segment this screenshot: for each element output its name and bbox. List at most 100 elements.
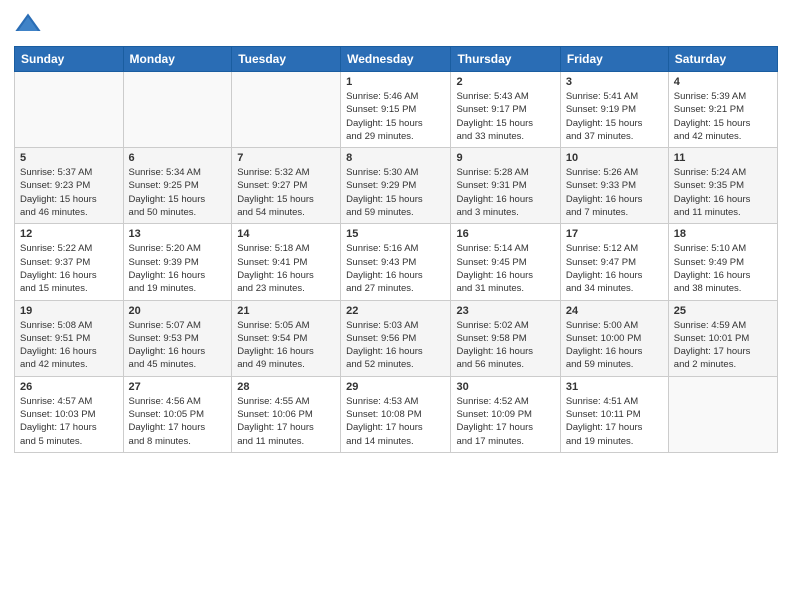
week-row: 12 Sunrise: 5:22 AM Sunset: 9:37 PM Dayli… xyxy=(15,224,778,300)
day-info: Sunrise: 4:51 AM Sunset: 10:11 PM Daylig… xyxy=(566,395,663,448)
day-cell: 17 Sunrise: 5:12 AM Sunset: 9:47 PM Dayli… xyxy=(560,224,668,300)
day-cell: 15Sunrise: 5:16 AM Sunset: 9:43 PM Dayli… xyxy=(341,224,451,300)
day-number: 8 xyxy=(346,152,445,164)
day-info: Sunrise: 5:26 AM Sunset: 9:33 PM Dayligh… xyxy=(566,166,663,219)
day-cell xyxy=(123,72,232,148)
calendar: SundayMondayTuesdayWednesdayThursdayFrid… xyxy=(14,46,778,453)
logo-icon xyxy=(14,10,42,38)
day-number: 9 xyxy=(456,152,554,164)
day-info: Sunrise: 5:32 AM Sunset: 9:27 PM Dayligh… xyxy=(237,166,335,219)
day-cell: 5 Sunrise: 5:37 AM Sunset: 9:23 PM Daylig… xyxy=(15,148,124,224)
day-number: 2 xyxy=(456,76,554,88)
day-info: Sunrise: 5:03 AM Sunset: 9:56 PM Dayligh… xyxy=(346,319,445,372)
day-number: 6 xyxy=(129,152,227,164)
day-number: 25 xyxy=(674,305,772,317)
day-info: Sunrise: 5:16 AM Sunset: 9:43 PM Dayligh… xyxy=(346,242,445,295)
col-header-monday: Monday xyxy=(123,47,232,72)
day-number: 20 xyxy=(129,305,227,317)
week-row: 26 Sunrise: 4:57 AM Sunset: 10:03 PM Dayl… xyxy=(15,376,778,452)
day-number: 14 xyxy=(237,228,335,240)
day-cell: 7 Sunrise: 5:32 AM Sunset: 9:27 PM Daylig… xyxy=(232,148,341,224)
col-header-friday: Friday xyxy=(560,47,668,72)
day-info: Sunrise: 5:34 AM Sunset: 9:25 PM Dayligh… xyxy=(129,166,227,219)
day-cell: 6 Sunrise: 5:34 AM Sunset: 9:25 PM Daylig… xyxy=(123,148,232,224)
day-number: 31 xyxy=(566,381,663,393)
day-number: 30 xyxy=(456,381,554,393)
day-info: Sunrise: 5:02 AM Sunset: 9:58 PM Dayligh… xyxy=(456,319,554,372)
header-row: SundayMondayTuesdayWednesdayThursdayFrid… xyxy=(15,47,778,72)
day-cell: 16 Sunrise: 5:14 AM Sunset: 9:45 PM Dayli… xyxy=(451,224,560,300)
day-info: Sunrise: 4:52 AM Sunset: 10:09 PM Daylig… xyxy=(456,395,554,448)
day-number: 1 xyxy=(346,76,445,88)
day-info: Sunrise: 5:20 AM Sunset: 9:39 PM Dayligh… xyxy=(129,242,227,295)
day-cell: 18 Sunrise: 5:10 AM Sunset: 9:49 PM Dayli… xyxy=(668,224,777,300)
day-cell: 3Sunrise: 5:41 AM Sunset: 9:19 PM Daylig… xyxy=(560,72,668,148)
week-row: 1Sunrise: 5:46 AM Sunset: 9:15 PM Daylig… xyxy=(15,72,778,148)
day-number: 26 xyxy=(20,381,118,393)
day-info: Sunrise: 5:00 AM Sunset: 10:00 PM Daylig… xyxy=(566,319,663,372)
day-cell: 9 Sunrise: 5:28 AM Sunset: 9:31 PM Daylig… xyxy=(451,148,560,224)
day-number: 23 xyxy=(456,305,554,317)
day-cell: 26 Sunrise: 4:57 AM Sunset: 10:03 PM Dayl… xyxy=(15,376,124,452)
day-cell: 1Sunrise: 5:46 AM Sunset: 9:15 PM Daylig… xyxy=(341,72,451,148)
day-info: Sunrise: 5:12 AM Sunset: 9:47 PM Dayligh… xyxy=(566,242,663,295)
day-cell: 29 Sunrise: 4:53 AM Sunset: 10:08 PM Dayl… xyxy=(341,376,451,452)
day-cell: 13 Sunrise: 5:20 AM Sunset: 9:39 PM Dayli… xyxy=(123,224,232,300)
day-info: Sunrise: 5:30 AM Sunset: 9:29 PM Dayligh… xyxy=(346,166,445,219)
day-cell xyxy=(668,376,777,452)
day-cell: 4Sunrise: 5:39 AM Sunset: 9:21 PM Daylig… xyxy=(668,72,777,148)
day-number: 27 xyxy=(129,381,227,393)
day-info: Sunrise: 5:08 AM Sunset: 9:51 PM Dayligh… xyxy=(20,319,118,372)
day-number: 17 xyxy=(566,228,663,240)
day-number: 16 xyxy=(456,228,554,240)
day-cell: 2 Sunrise: 5:43 AM Sunset: 9:17 PM Daylig… xyxy=(451,72,560,148)
day-number: 13 xyxy=(129,228,227,240)
day-cell: 19 Sunrise: 5:08 AM Sunset: 9:51 PM Dayli… xyxy=(15,300,124,376)
day-info: Sunrise: 5:05 AM Sunset: 9:54 PM Dayligh… xyxy=(237,319,335,372)
day-cell: 11Sunrise: 5:24 AM Sunset: 9:35 PM Dayli… xyxy=(668,148,777,224)
day-info: Sunrise: 4:55 AM Sunset: 10:06 PM Daylig… xyxy=(237,395,335,448)
day-info: Sunrise: 4:57 AM Sunset: 10:03 PM Daylig… xyxy=(20,395,118,448)
day-info: Sunrise: 4:56 AM Sunset: 10:05 PM Daylig… xyxy=(129,395,227,448)
day-info: Sunrise: 5:28 AM Sunset: 9:31 PM Dayligh… xyxy=(456,166,554,219)
week-row: 5 Sunrise: 5:37 AM Sunset: 9:23 PM Daylig… xyxy=(15,148,778,224)
header xyxy=(14,10,778,38)
day-number: 28 xyxy=(237,381,335,393)
day-number: 3 xyxy=(566,76,663,88)
day-number: 18 xyxy=(674,228,772,240)
day-info: Sunrise: 5:22 AM Sunset: 9:37 PM Dayligh… xyxy=(20,242,118,295)
day-number: 7 xyxy=(237,152,335,164)
day-info: Sunrise: 5:10 AM Sunset: 9:49 PM Dayligh… xyxy=(674,242,772,295)
col-header-thursday: Thursday xyxy=(451,47,560,72)
day-cell: 20Sunrise: 5:07 AM Sunset: 9:53 PM Dayli… xyxy=(123,300,232,376)
day-cell: 12 Sunrise: 5:22 AM Sunset: 9:37 PM Dayli… xyxy=(15,224,124,300)
day-number: 12 xyxy=(20,228,118,240)
col-header-sunday: Sunday xyxy=(15,47,124,72)
day-number: 21 xyxy=(237,305,335,317)
day-info: Sunrise: 5:43 AM Sunset: 9:17 PM Dayligh… xyxy=(456,90,554,143)
day-cell xyxy=(15,72,124,148)
day-cell: 10Sunrise: 5:26 AM Sunset: 9:33 PM Dayli… xyxy=(560,148,668,224)
day-number: 22 xyxy=(346,305,445,317)
page: SundayMondayTuesdayWednesdayThursdayFrid… xyxy=(0,0,792,612)
day-number: 24 xyxy=(566,305,663,317)
day-cell: 23 Sunrise: 5:02 AM Sunset: 9:58 PM Dayli… xyxy=(451,300,560,376)
day-cell: 31 Sunrise: 4:51 AM Sunset: 10:11 PM Dayl… xyxy=(560,376,668,452)
day-cell: 14 Sunrise: 5:18 AM Sunset: 9:41 PM Dayli… xyxy=(232,224,341,300)
day-number: 11 xyxy=(674,152,772,164)
day-info: Sunrise: 4:59 AM Sunset: 10:01 PM Daylig… xyxy=(674,319,772,372)
day-cell: 28 Sunrise: 4:55 AM Sunset: 10:06 PM Dayl… xyxy=(232,376,341,452)
day-cell: 30 Sunrise: 4:52 AM Sunset: 10:09 PM Dayl… xyxy=(451,376,560,452)
day-info: Sunrise: 5:39 AM Sunset: 9:21 PM Dayligh… xyxy=(674,90,772,143)
day-number: 19 xyxy=(20,305,118,317)
day-info: Sunrise: 5:37 AM Sunset: 9:23 PM Dayligh… xyxy=(20,166,118,219)
day-cell: 25 Sunrise: 4:59 AM Sunset: 10:01 PM Dayl… xyxy=(668,300,777,376)
day-info: Sunrise: 4:53 AM Sunset: 10:08 PM Daylig… xyxy=(346,395,445,448)
day-info: Sunrise: 5:14 AM Sunset: 9:45 PM Dayligh… xyxy=(456,242,554,295)
day-number: 29 xyxy=(346,381,445,393)
week-row: 19 Sunrise: 5:08 AM Sunset: 9:51 PM Dayli… xyxy=(15,300,778,376)
day-number: 5 xyxy=(20,152,118,164)
day-cell: 22 Sunrise: 5:03 AM Sunset: 9:56 PM Dayli… xyxy=(341,300,451,376)
day-info: Sunrise: 5:18 AM Sunset: 9:41 PM Dayligh… xyxy=(237,242,335,295)
col-header-wednesday: Wednesday xyxy=(341,47,451,72)
